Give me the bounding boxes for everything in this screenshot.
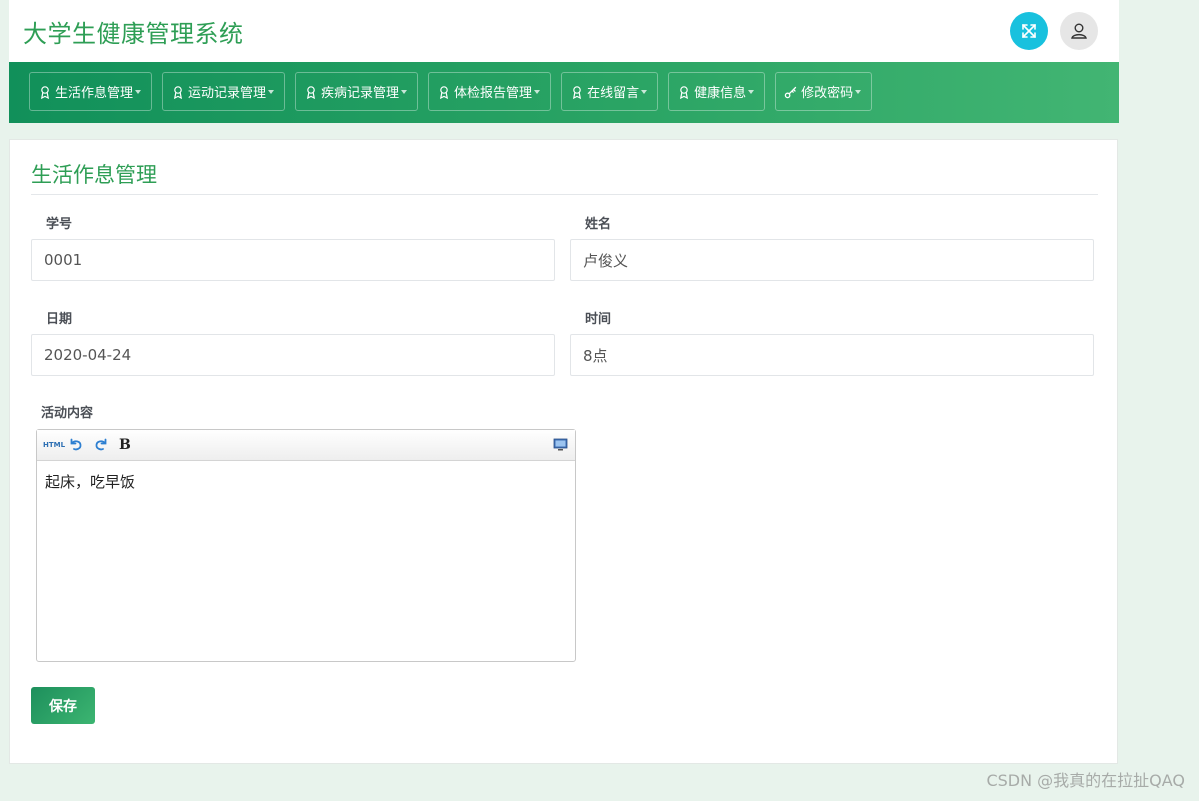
time-label: 时间 [585,312,612,327]
nav-item-disease[interactable]: 疾病记录管理 [295,72,419,111]
nav-item-checkup[interactable]: 体检报告管理 [428,72,552,111]
chevron-down-icon [748,89,755,94]
save-button[interactable]: 保存 [31,687,95,724]
expand-arrows-icon [1019,21,1039,41]
medal-icon [570,85,584,99]
student-id-label: 学号 [46,217,73,232]
editor-toolbar: HTML B [37,430,575,461]
medal-icon [437,85,451,99]
nav-item-label: 健康信息 [694,86,747,101]
redo-icon[interactable] [93,434,109,456]
chevron-down-icon [534,89,541,94]
medal-icon [171,85,185,99]
name-input[interactable] [570,239,1094,281]
activity-label: 活动内容 [41,406,94,421]
chevron-down-icon [268,89,275,94]
nav-item-exercise[interactable]: 运动记录管理 [162,72,286,111]
form-panel: 生活作息管理 学号 姓名 日期 时间 活动内容 HTML B [9,139,1118,764]
nav-item-label: 修改密码 [801,86,854,101]
nav-item-label: 生活作息管理 [55,86,134,101]
title-divider [31,194,1098,195]
watermark-text: CSDN @我真的在拉扯QAQ [986,771,1185,790]
chevron-down-icon [641,89,648,94]
chevron-down-icon [855,89,862,94]
chevron-down-icon [135,89,142,94]
student-id-input[interactable] [31,239,555,281]
rich-text-editor: HTML B 起床，吃早饭 [36,429,576,662]
top-header: 大学生健康管理系统 [9,0,1119,62]
html-source-button[interactable]: HTML [43,434,65,456]
user-icon [1069,21,1089,41]
date-label: 日期 [46,312,73,327]
nav-item-label: 运动记录管理 [188,86,267,101]
editor-content[interactable]: 起床，吃早饭 [37,461,575,502]
monitor-icon[interactable] [553,434,568,456]
name-label: 姓名 [585,217,612,232]
date-input[interactable] [31,334,555,376]
app-shell: 大学生健康管理系统 生活作息管理 运动记录管理 疾病记录管理 体检报告管理 在线… [9,0,1119,764]
page-title: 生活作息管理 [31,163,157,187]
nav-item-schedule[interactable]: 生活作息管理 [29,72,153,111]
time-input[interactable] [570,334,1094,376]
user-menu-button[interactable] [1060,12,1098,50]
fullscreen-button[interactable] [1010,12,1048,50]
medal-icon [304,85,318,99]
nav-item-label: 在线留言 [587,86,640,101]
nav-menu: 生活作息管理 运动记录管理 疾病记录管理 体检报告管理 在线留言 健康信息 修改… [29,72,882,111]
medal-icon [677,85,691,99]
nav-item-health-info[interactable]: 健康信息 [668,72,766,111]
nav-item-label: 体检报告管理 [454,86,533,101]
nav-item-change-password[interactable]: 修改密码 [775,72,873,111]
medal-icon [38,85,52,99]
nav-item-label: 疾病记录管理 [321,86,400,101]
undo-icon[interactable] [68,434,84,456]
app-title: 大学生健康管理系统 [23,20,244,48]
bold-button[interactable]: B [119,434,131,456]
nav-item-messages[interactable]: 在线留言 [561,72,659,111]
chevron-down-icon [401,89,408,94]
key-icon [784,85,798,99]
main-navbar: 生活作息管理 运动记录管理 疾病记录管理 体检报告管理 在线留言 健康信息 修改… [9,62,1119,123]
